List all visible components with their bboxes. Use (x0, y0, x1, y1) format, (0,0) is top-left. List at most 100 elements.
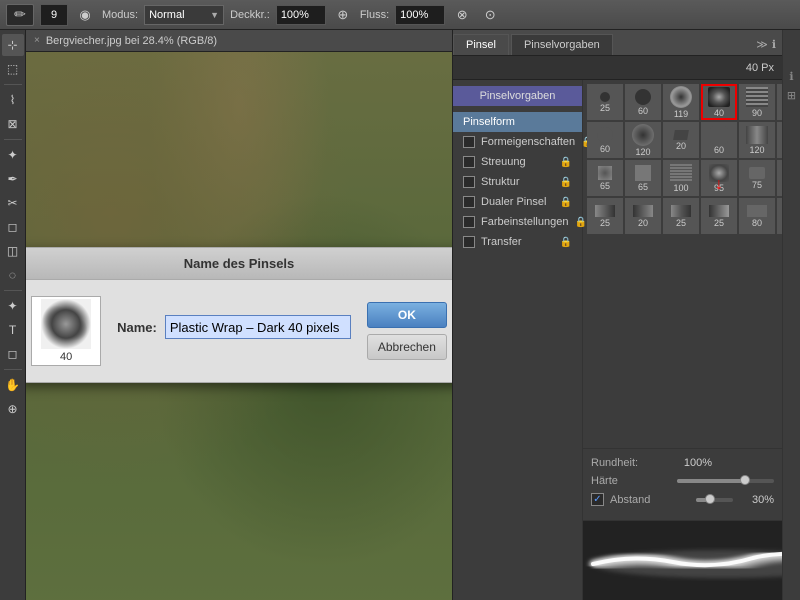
tool-divider-2 (4, 139, 22, 140)
zoom-tool[interactable]: ⊕ (2, 398, 24, 420)
flow-value: 100% (400, 9, 428, 21)
eraser-tool[interactable]: ◻ (2, 216, 24, 238)
brush-cell-25[interactable]: 80 (739, 198, 775, 234)
panel-body: Pinselvorgaben Pinselform Formeigenschaf… (453, 80, 782, 600)
stroke-preview-area (583, 520, 782, 600)
brush-cell-4[interactable]: 90 (739, 84, 775, 120)
brush-cell-16[interactable]: 100 (663, 160, 699, 196)
brush-cell-8[interactable]: 120 (625, 122, 661, 158)
brush-label-1: 60 (638, 106, 648, 116)
brush-preview-3 (708, 87, 730, 107)
spacing-slider[interactable] (696, 498, 733, 502)
spacing-thumb[interactable] (705, 494, 715, 504)
sidebar-item-streuung[interactable]: Streuung 🔒 (453, 152, 582, 172)
canvas-area: × Bergviecher.jpg bei 28.4% (RGB/8) Name… (26, 30, 452, 600)
brush-cell-10[interactable]: 60 (701, 122, 737, 158)
hardness-slider[interactable] (677, 479, 774, 483)
opacity-input[interactable]: 100% (276, 5, 326, 25)
crop-tool[interactable]: ⊠ (2, 113, 24, 135)
preset-button[interactable]: Pinselvorgaben (453, 86, 582, 106)
gradient-tool[interactable]: ◫ (2, 240, 24, 262)
tool-divider-4 (4, 369, 22, 370)
hand-tool[interactable]: ✋ (2, 374, 24, 396)
marquee-tool[interactable]: ⬚ (2, 58, 24, 80)
brush-cell-1[interactable]: 60 (625, 84, 661, 120)
mode-dropdown-arrow: ▼ (210, 10, 219, 20)
hardness-thumb[interactable] (740, 475, 750, 485)
mode-dropdown[interactable]: Normal ▼ (144, 5, 224, 25)
brush-cell-18[interactable]: 75 (739, 160, 775, 196)
streuung-checkbox[interactable] (463, 156, 475, 168)
tab-pinsel[interactable]: Pinsel (453, 34, 509, 55)
brush-cell-14[interactable]: 65 (587, 160, 623, 196)
lasso-tool[interactable]: ⌇ (2, 89, 24, 111)
size-value: 40 Px (746, 62, 774, 74)
brush-cell-9[interactable]: 20 (663, 122, 699, 158)
panel-info-icon[interactable]: ℹ (772, 38, 776, 51)
brush-cell-21[interactable]: 25 (587, 198, 623, 234)
sidebar-item-farbeinstellungen[interactable]: Farbeinstellungen 🔒 (453, 212, 582, 232)
brush-preview-10 (710, 126, 728, 144)
streuung-lock-icon: 🔒 (560, 157, 572, 168)
sidebar-item-dualer-pinsel[interactable]: Dualer Pinsel 🔒 (453, 192, 582, 212)
brush-cell-23[interactable]: 25 (663, 198, 699, 234)
name-dialog: Name des Pinsels 40 Name: OK Abb (26, 247, 452, 383)
brush-grid-area: 25 60 119 40 (583, 80, 782, 448)
brush-cell-15[interactable]: 65 (625, 160, 661, 196)
dualer-pinsel-checkbox[interactable] (463, 196, 475, 208)
sidebar-item-formeigenschaften[interactable]: Formeigenschaften 🔒 (453, 132, 582, 152)
sidebar-item-struktur[interactable]: Struktur 🔒 (453, 172, 582, 192)
type-tool[interactable]: T (2, 319, 24, 341)
farbeinstellungen-checkbox[interactable] (463, 216, 475, 228)
dialog-ok-button[interactable]: OK (367, 302, 447, 328)
dialog-cancel-button[interactable]: Abbrechen (367, 334, 447, 360)
left-tools-panel: ⊹ ⬚ ⌇ ⊠ ✦ ✒ ✂ ◻ ◫ ◌ ✦ T ◻ ✋ ⊕ (0, 30, 26, 600)
brush-cell-12[interactable]: 110 (777, 122, 782, 158)
flow-input[interactable]: 100% (395, 5, 445, 25)
spacing-checkbox[interactable]: ✓ (591, 493, 604, 506)
brush-cell-3[interactable]: 40 (701, 84, 737, 120)
panel-menu-icon[interactable]: ≫ (756, 38, 768, 51)
brush-cell-26[interactable]: 80 (777, 198, 782, 234)
brush-cell-19[interactable]: 75 (777, 160, 782, 196)
brush-cell-24[interactable]: 25 ↓ (701, 198, 737, 234)
pen-pressure-icon[interactable]: ⊗ (451, 4, 473, 26)
brush-cell-11[interactable]: 120 (739, 122, 775, 158)
sidebar-item-transfer[interactable]: Transfer 🔒 (453, 232, 582, 252)
selection-tool[interactable]: ⊹ (2, 34, 24, 56)
dualer-pinsel-lock-icon: 🔒 (560, 197, 572, 208)
blur-tool[interactable]: ◌ (2, 264, 24, 286)
dialog-name-input[interactable] (165, 315, 351, 339)
brush-cell-0[interactable]: 25 (587, 84, 623, 120)
brush-cell-2[interactable]: 119 (663, 84, 699, 120)
sidebar-item-pinselform[interactable]: Pinselform (453, 112, 582, 132)
brush-label-7: 60 (600, 144, 610, 154)
brush-label-25: 80 (752, 218, 762, 228)
clone-tool[interactable]: ✂ (2, 192, 24, 214)
brush-cell-5[interactable]: 65 (777, 84, 782, 120)
formeigenschaften-checkbox[interactable] (463, 136, 475, 148)
transfer-checkbox[interactable] (463, 236, 475, 248)
edge-icon-info[interactable]: ℹ (785, 70, 798, 83)
edge-icon-layers[interactable]: ⊞ (785, 91, 798, 100)
brush-preview-24 (709, 205, 729, 217)
brush-tool[interactable]: ✒ (2, 168, 24, 190)
brush-cell-7[interactable]: 60 (587, 122, 623, 158)
struktur-lock-icon: 🔒 (560, 177, 572, 188)
brush-tool-icon[interactable]: ✏ (6, 4, 34, 26)
brush-preview-icon[interactable]: ◉ (74, 4, 96, 26)
clone-stamp-icon[interactable]: ⊙ (479, 4, 501, 26)
healing-brush-tool[interactable]: ✦ (2, 144, 24, 166)
dualer-pinsel-label: Dualer Pinsel (481, 196, 546, 208)
spacing-label: Abstand (610, 494, 690, 506)
brush-grid: 25 60 119 40 (587, 84, 778, 234)
shape-tool[interactable]: ◻ (2, 343, 24, 365)
airbrush-icon[interactable]: ⊕ (332, 4, 354, 26)
brush-size-input[interactable]: 9 (40, 4, 68, 26)
brush-preview-16 (670, 164, 692, 182)
tab-pinselvorgaben[interactable]: Pinselvorgaben (511, 34, 613, 55)
struktur-label: Struktur (481, 176, 520, 188)
brush-cell-22[interactable]: 20 (625, 198, 661, 234)
path-tool[interactable]: ✦ (2, 295, 24, 317)
struktur-checkbox[interactable] (463, 176, 475, 188)
